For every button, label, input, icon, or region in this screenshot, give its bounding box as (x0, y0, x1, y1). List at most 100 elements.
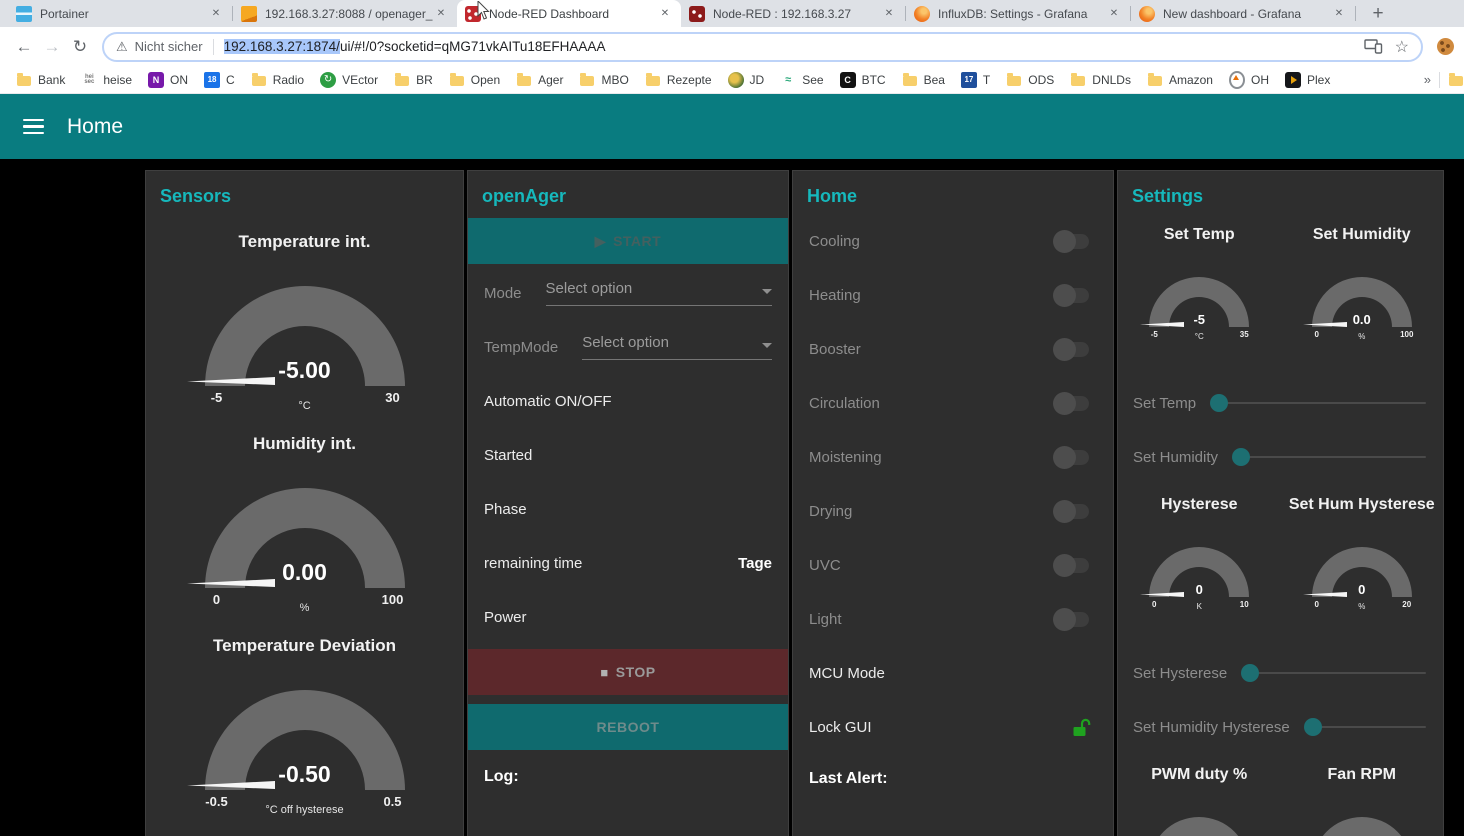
bookmark-jd[interactable]: JD (728, 72, 765, 88)
tab-close-icon[interactable]: ✕ (1331, 6, 1347, 22)
hamburger-menu-icon[interactable] (23, 119, 44, 135)
gauge-humidity-int: 0.00 % 0 100 (185, 478, 425, 590)
folder-icon (252, 76, 266, 86)
lock-gui-row: Lock GUI (793, 700, 1113, 754)
tab-close-icon[interactable]: ✕ (1106, 6, 1122, 22)
stop-button[interactable]: ■ STOP (468, 649, 788, 695)
folder-icon (450, 76, 464, 86)
reload-icon[interactable]: ↻ (66, 37, 94, 57)
mcu-mode-row: MCU Mode (793, 646, 1113, 700)
last-alert-label: Last Alert: (793, 754, 1113, 792)
bookmark-bea[interactable]: Bea (902, 72, 945, 88)
gauge-min: -5 (195, 390, 239, 405)
gauge-title: Set Humidity (1281, 226, 1444, 244)
bookmark-amazon[interactable]: Amazon (1147, 72, 1213, 88)
start-button[interactable]: ▶ START (468, 218, 788, 264)
bookmark-see[interactable]: ≈See (780, 72, 823, 88)
cooling-toggle[interactable] (1055, 234, 1089, 249)
new-tab-button[interactable]: + (1364, 0, 1392, 27)
dashboard-appbar: Home (0, 94, 1464, 159)
bookmark-radio[interactable]: Radio (251, 72, 304, 88)
gauge-title: Temperature int. (146, 232, 463, 252)
folder-icon (395, 76, 409, 86)
set-temp-slider[interactable] (1210, 393, 1428, 413)
remaining-time-value: Tage (738, 555, 772, 572)
tab-close-icon[interactable]: ✕ (208, 6, 224, 22)
tempmode-select[interactable]: Select option (582, 334, 772, 360)
tab-close-icon[interactable]: ✕ (881, 6, 897, 22)
address-bar[interactable]: ⚠ Nicht sicher 192.168.3.27:1874/ui/#!/0… (102, 32, 1423, 62)
booster-toggle[interactable] (1055, 342, 1089, 357)
bookmark-plex[interactable]: Plex (1285, 72, 1330, 88)
circulation-toggle[interactable] (1055, 396, 1089, 411)
moistening-toggle[interactable] (1055, 450, 1089, 465)
tab-nodered-editor[interactable]: Node-RED : 192.168.3.27 ✕ (681, 0, 905, 27)
chevron-down-icon (762, 289, 772, 294)
bookmark-edge-folder[interactable] (1448, 72, 1464, 88)
folder-icon (17, 76, 31, 86)
bookmarks-overflow-chevron[interactable]: » (1416, 72, 1439, 87)
url-text[interactable]: 192.168.3.27:1874/ui/#!/0?socketid=qMG71… (224, 39, 1352, 54)
gauge-pair-hysteresis: Hysterese 0 K 0 10 Set Hum Hysterese (1118, 484, 1443, 646)
set-hysterese-slider[interactable] (1241, 663, 1428, 683)
folder-icon (580, 76, 594, 86)
set-humidity-hysterese-slider[interactable] (1304, 717, 1428, 737)
tab-influxdb-grafana[interactable]: InfluxDB: Settings - Grafana ✕ (906, 0, 1130, 27)
gauge-value: -0.50 (185, 761, 425, 788)
screen: Portainer ✕ 192.168.3.27:8088 / openager… (0, 0, 1464, 836)
switch-row-cooling: Cooling (793, 214, 1113, 268)
send-to-devices-icon[interactable] (1364, 39, 1383, 54)
slider-row-set-temp: Set Temp (1118, 376, 1443, 430)
gauge-pair-setpoints: Set Temp -5 °C -5 35 Set Humidity (1118, 214, 1443, 376)
mode-select[interactable]: Select option (546, 280, 772, 306)
bookmark-t[interactable]: 17T (961, 72, 990, 88)
bookmark-open[interactable]: Open (449, 72, 500, 88)
bookmark-c[interactable]: 18C (204, 72, 235, 88)
slider-row-set-humidity: Set Humidity (1118, 430, 1443, 484)
automatic-onoff-row: Automatic ON/OFF (468, 374, 788, 428)
not-secure-warning-icon[interactable]: ⚠ (116, 39, 128, 55)
tab-close-icon[interactable]: ✕ (657, 6, 673, 22)
switch-row-uvc: UVC (793, 538, 1113, 592)
tab-close-icon[interactable]: ✕ (433, 6, 449, 22)
bookmark-dnlds[interactable]: DNLDs (1070, 72, 1131, 88)
extension-cookie-icon[interactable] (1437, 38, 1454, 55)
switch-row-drying: Drying (793, 484, 1113, 538)
bookmark-oh[interactable]: OH (1229, 72, 1269, 88)
log-label: Log: (468, 750, 788, 792)
gauge-max: 30 (371, 390, 415, 405)
uvc-toggle[interactable] (1055, 558, 1089, 573)
tab-new-dashboard-grafana[interactable]: New dashboard - Grafana ✕ (1131, 0, 1355, 27)
tab-portainer[interactable]: Portainer ✕ (8, 0, 232, 27)
phase-row: Phase (468, 482, 788, 536)
bookmark-heise[interactable]: heisecheise (81, 72, 132, 88)
bookmark-star-icon[interactable]: ☆ (1395, 37, 1409, 57)
back-icon[interactable]: ← (10, 37, 38, 57)
bookmark-btc[interactable]: CBTC (840, 72, 886, 88)
switch-row-booster: Booster (793, 322, 1113, 376)
reboot-button[interactable]: REBOOT (468, 704, 788, 750)
gauge-title: Set Temp (1118, 226, 1281, 244)
tab-phpmyadmin[interactable]: 192.168.3.27:8088 / openager_ ✕ (233, 0, 457, 27)
set-humidity-slider[interactable] (1232, 447, 1428, 467)
bookmark-rezepte[interactable]: Rezepte (645, 72, 712, 88)
unlock-icon[interactable] (1072, 717, 1091, 738)
gauge-value: 0.00 (185, 559, 425, 586)
bookmark-vector[interactable]: ↻VEctor (320, 72, 378, 88)
tempmode-select-row: TempMode Select option (468, 320, 788, 374)
folder-icon (1148, 76, 1162, 86)
gauge-temperature-deviation: -0.50 °C off hysterese -0.5 0.5 (185, 680, 425, 792)
forward-icon[interactable]: → (38, 37, 66, 57)
bookmark-on[interactable]: NON (148, 72, 188, 88)
drying-toggle[interactable] (1055, 504, 1089, 519)
bookmark-ager[interactable]: Ager (516, 72, 563, 88)
bookmark-br[interactable]: BR (394, 72, 433, 88)
bookmark-bank[interactable]: Bank (16, 72, 65, 88)
gauge-min: 0 (1304, 330, 1330, 339)
bookmarks-separator (1439, 72, 1440, 88)
bookmark-mbo[interactable]: MBO (579, 72, 628, 88)
heating-toggle[interactable] (1055, 288, 1089, 303)
light-toggle[interactable] (1055, 612, 1089, 627)
bookmark-ods[interactable]: ODS (1006, 72, 1054, 88)
panel-openager: openAger ▶ START Mode Select option Temp… (467, 170, 789, 836)
